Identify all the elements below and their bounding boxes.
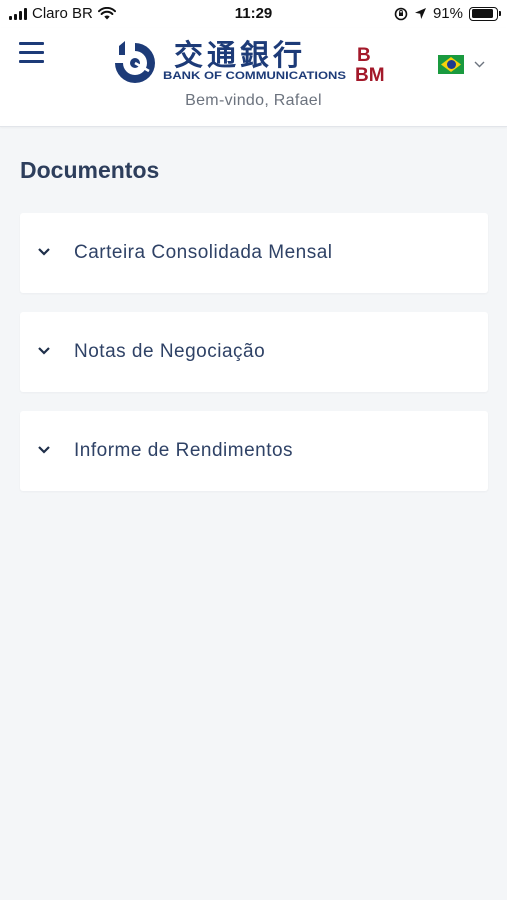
location-icon [414, 8, 426, 19]
brazil-flag-icon [438, 55, 464, 74]
accordion-carteira-consolidada[interactable]: Carteira Consolidada Mensal [20, 213, 488, 293]
bank-english-name: BANK OF COMMUNICATIONS [163, 70, 346, 82]
bbm-letter-b: B [357, 45, 371, 66]
bank-emblem-icon [115, 41, 155, 83]
chevron-down-icon [38, 347, 50, 355]
accordion-label: Informe de Rendimentos [74, 440, 294, 461]
accordion-label: Notas de Negociação [74, 341, 266, 362]
bank-chinese-name: 交通銀行 [174, 38, 306, 72]
battery-fill [471, 9, 494, 18]
chevron-down-icon [38, 446, 50, 454]
battery-percent: 91% [432, 5, 463, 22]
accordion-notas-negociacao[interactable]: Notas de Negociação [20, 312, 488, 392]
page-title: Documentos [20, 157, 160, 183]
accordion-label: Carteira Consolidada Mensal [74, 242, 333, 263]
chevron-down-icon [38, 248, 50, 256]
bbm-letters-bm: BM [355, 65, 385, 85]
bank-logo: 交通銀行 BANK OF COMMUNICATIONS B BM [115, 38, 385, 85]
language-selector[interactable] [438, 55, 485, 74]
app-header: 交通銀行 BANK OF COMMUNICATIONS B BM Bem-vin… [0, 28, 507, 127]
orientation-lock-icon [394, 7, 408, 20]
welcome-message: Bem-vindo, Rafael [185, 92, 322, 109]
status-bar: Claro BR 11:29 91% [0, 0, 507, 28]
hamburger-menu-icon[interactable] [19, 42, 45, 64]
battery-icon [469, 6, 501, 21]
chevron-down-icon [474, 61, 485, 68]
accordion-informe-rendimentos[interactable]: Informe de Rendimentos [20, 411, 488, 491]
status-right: 91% [394, 5, 501, 22]
